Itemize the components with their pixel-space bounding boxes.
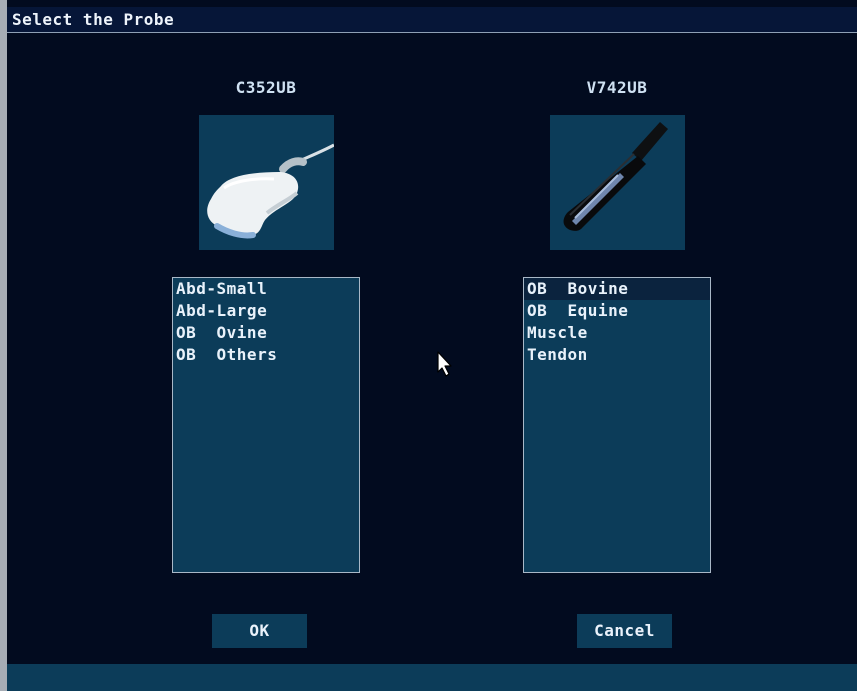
linear-probe-image[interactable] bbox=[550, 115, 685, 250]
convex-probe-icon bbox=[207, 143, 334, 239]
probe-name-c352ub: C352UB bbox=[235, 78, 297, 97]
rectal-linear-probe-icon bbox=[563, 122, 668, 231]
list-item[interactable]: OB Equine bbox=[524, 300, 710, 322]
convex-probe-image[interactable] bbox=[199, 115, 334, 250]
list-item[interactable]: OB Ovine bbox=[173, 322, 359, 344]
bottom-status-bar bbox=[7, 664, 857, 691]
list-item[interactable]: Tendon bbox=[524, 344, 710, 366]
preset-list-v742ub[interactable]: OB Bovine OB Equine Muscle Tendon bbox=[523, 277, 711, 573]
cancel-button[interactable]: Cancel bbox=[577, 614, 672, 648]
ok-button[interactable]: OK bbox=[212, 614, 307, 648]
window-edge bbox=[0, 0, 7, 691]
list-item[interactable]: Abd-Small bbox=[173, 278, 359, 300]
title-bar: Select the Probe bbox=[7, 7, 857, 33]
dialog-title: Select the Probe bbox=[12, 10, 175, 29]
list-item[interactable]: OB Others bbox=[173, 344, 359, 366]
list-item[interactable]: Muscle bbox=[524, 322, 710, 344]
probe-select-dialog: Select the Probe C352UB V742UB Abd-Small… bbox=[7, 7, 857, 691]
list-item-selected[interactable]: OB Bovine bbox=[524, 278, 710, 300]
preset-list-c352ub[interactable]: Abd-Small Abd-Large OB Ovine OB Others bbox=[172, 277, 360, 573]
mouse-pointer-icon bbox=[437, 351, 452, 377]
probe-name-v742ub: V742UB bbox=[586, 78, 648, 97]
list-item[interactable]: Abd-Large bbox=[173, 300, 359, 322]
